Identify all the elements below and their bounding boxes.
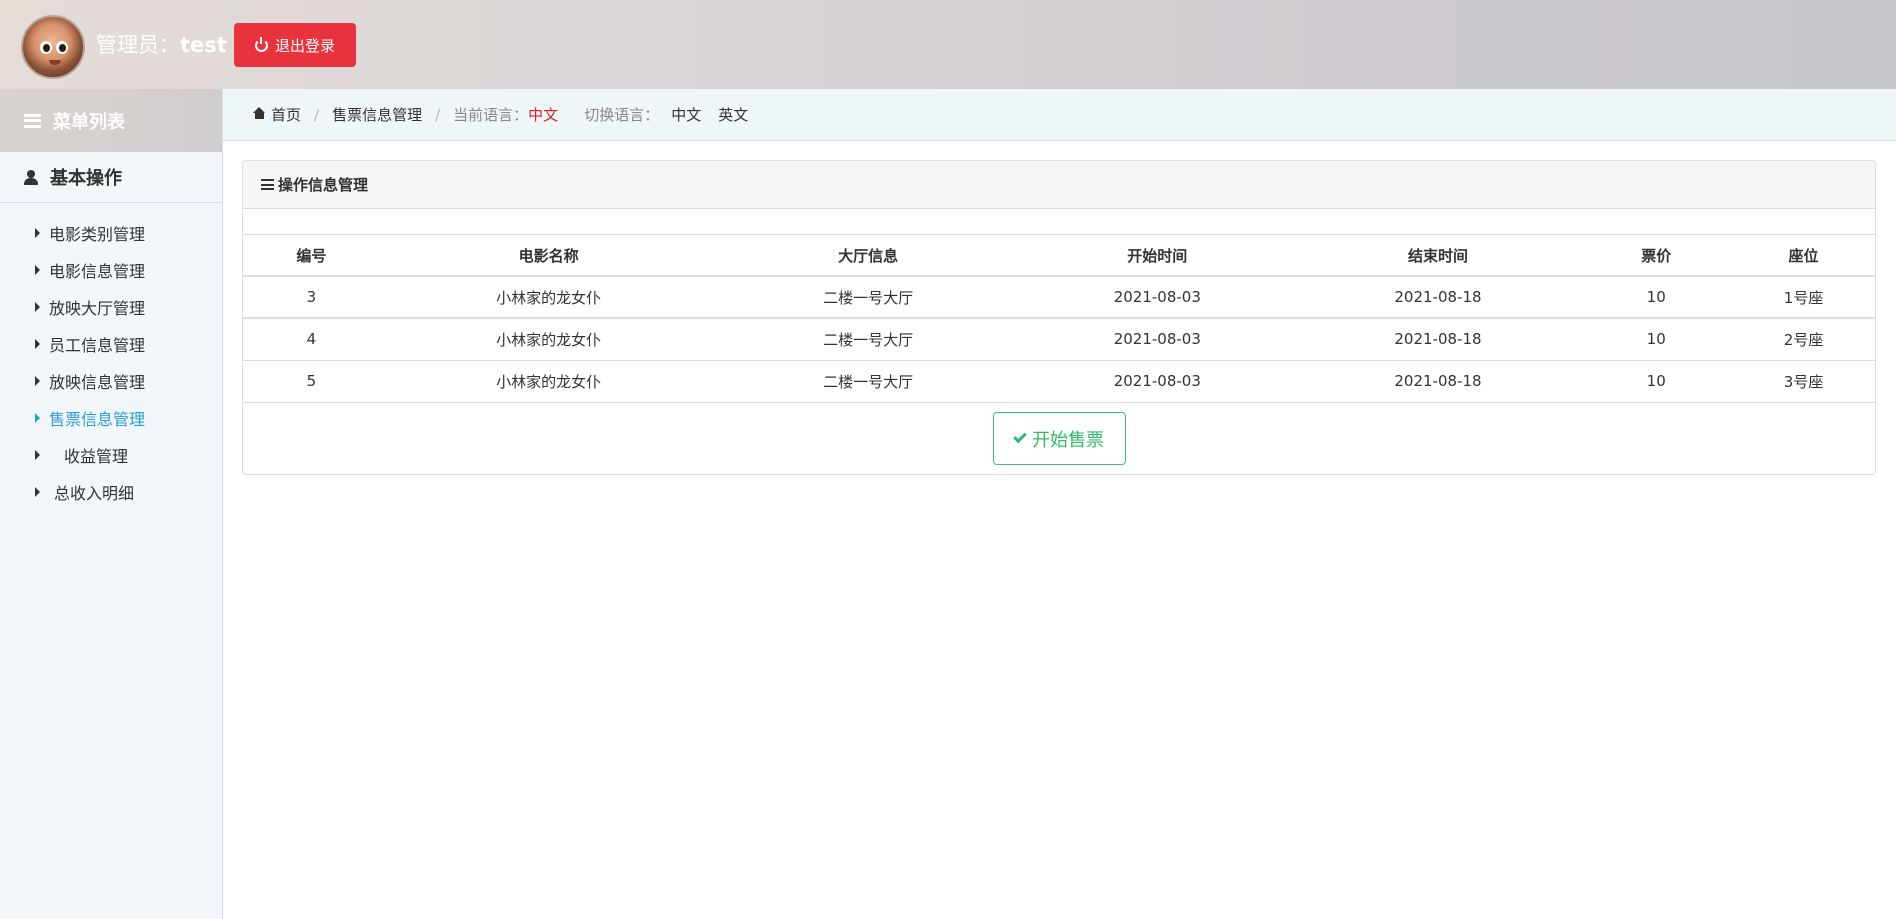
sidebar-item-label: 员工信息管理 <box>49 335 146 355</box>
sidebar-item-revenue[interactable]: 收益管理 <box>0 436 222 473</box>
table-row: 4 小林家的龙女仆 二楼一号大厅 2021-08-03 2021-08-18 1… <box>243 318 1875 361</box>
table-cell: 10 <box>1580 360 1733 403</box>
user-icon <box>24 169 38 185</box>
table-cell: 小林家的龙女仆 <box>379 276 718 319</box>
column-header: 开始时间 <box>1018 235 1296 277</box>
caret-right-icon <box>35 264 40 275</box>
table-cell: 小林家的龙女仆 <box>379 318 718 361</box>
table-cell: 10 <box>1580 318 1733 361</box>
avatar <box>21 15 85 79</box>
table-header-row: 编号 电影名称 大厅信息 开始时间 结束时间 票价 座位 <box>243 235 1875 277</box>
column-header: 座位 <box>1732 235 1875 277</box>
ticket-table: 编号 电影名称 大厅信息 开始时间 结束时间 票价 座位 3 小林家的龙女仆 二… <box>243 235 1875 403</box>
menu-title-label: 菜单列表 <box>53 111 125 133</box>
table-cell: 4 <box>243 318 380 361</box>
section-title: 基本操作 <box>50 168 122 189</box>
table-cell: 5 <box>243 360 380 403</box>
table-row: 3 小林家的龙女仆 二楼一号大厅 2021-08-03 2021-08-18 1… <box>243 276 1875 319</box>
table-cell: 2021-08-18 <box>1295 276 1581 319</box>
breadcrumb-separator: / <box>435 105 441 124</box>
caret-right-icon <box>35 301 40 312</box>
avatar-eye-right <box>56 41 68 54</box>
sidebar-item-label: 总收入明细 <box>54 483 135 503</box>
sidebar-item-screening[interactable]: 放映信息管理 <box>0 362 222 399</box>
top-header: 管理员：test 退出登录 <box>0 0 1896 89</box>
sidebar: 菜单列表 基本操作 电影类别管理 电影信息管理 放映大厅管理 员工信息管理 放映… <box>0 89 223 919</box>
language-chinese-link[interactable]: 中文 <box>671 104 701 125</box>
avatar-eye-left <box>40 41 52 54</box>
caret-right-icon <box>35 486 40 497</box>
start-selling-label: 开始售票 <box>1032 429 1104 451</box>
table-cell: 2021-08-18 <box>1295 360 1581 403</box>
logout-label: 退出登录 <box>274 36 335 55</box>
table-cell: 1号座 <box>1732 276 1875 319</box>
menu-items: 电影类别管理 电影信息管理 放映大厅管理 员工信息管理 放映信息管理 售票信息管… <box>0 203 222 510</box>
table-cell: 10 <box>1580 276 1733 319</box>
logout-button[interactable]: 退出登录 <box>234 23 356 67</box>
table-cell: 2021-08-18 <box>1295 318 1581 361</box>
sidebar-item-staff[interactable]: 员工信息管理 <box>0 325 222 362</box>
language-english-link[interactable]: 英文 <box>718 104 748 125</box>
sidebar-item-movie-info[interactable]: 电影信息管理 <box>0 251 222 288</box>
table-cell: 二楼一号大厅 <box>717 276 1019 319</box>
table-cell: 二楼一号大厅 <box>717 318 1019 361</box>
sidebar-item-label: 放映信息管理 <box>49 372 146 392</box>
panel-title: 操作信息管理 <box>278 176 369 194</box>
action-row: 开始售票 <box>243 403 1875 475</box>
menu-title: 菜单列表 <box>0 89 222 152</box>
sidebar-item-label: 售票信息管理 <box>49 409 146 429</box>
ticket-panel: 操作信息管理 编号 电影名称 大厅信息 开始时间 结束时间 票价 座位 3 小林… <box>242 160 1876 475</box>
list-icon <box>24 113 41 128</box>
current-language-value: 中文 <box>528 106 559 124</box>
sidebar-item-label: 电影信息管理 <box>49 261 146 281</box>
column-header: 编号 <box>243 235 380 277</box>
panel-header: 操作信息管理 <box>243 161 1875 209</box>
table-cell: 2021-08-03 <box>1018 276 1296 319</box>
section-basic-operations[interactable]: 基本操作 <box>0 152 222 203</box>
sidebar-item-ticket-sales[interactable]: 售票信息管理 <box>0 399 222 436</box>
admin-prefix: 管理员： <box>96 33 180 57</box>
bars-icon <box>261 179 274 190</box>
sidebar-item-income-detail[interactable]: 总收入明细 <box>0 473 222 510</box>
table-cell: 2021-08-03 <box>1018 360 1296 403</box>
breadcrumb-separator: / <box>314 105 320 124</box>
column-header: 大厅信息 <box>717 235 1019 277</box>
start-selling-button[interactable]: 开始售票 <box>992 412 1126 465</box>
table-cell: 2021-08-03 <box>1018 318 1296 361</box>
caret-right-icon <box>35 227 40 238</box>
current-language-label: 当前语言： <box>453 106 529 124</box>
avatar-mouth <box>49 60 61 65</box>
admin-name: test <box>180 33 227 57</box>
sidebar-item-hall[interactable]: 放映大厅管理 <box>0 288 222 325</box>
table-row: 5 小林家的龙女仆 二楼一号大厅 2021-08-03 2021-08-18 1… <box>243 360 1875 403</box>
sidebar-item-label: 电影类别管理 <box>49 224 146 244</box>
table-cell: 2号座 <box>1732 318 1875 361</box>
breadcrumb-current[interactable]: 售票信息管理 <box>332 104 422 125</box>
sidebar-item-label: 收益管理 <box>64 446 129 466</box>
sidebar-item-label: 放映大厅管理 <box>49 298 146 318</box>
caret-right-icon <box>35 338 40 349</box>
table-cell: 小林家的龙女仆 <box>379 360 718 403</box>
home-icon <box>253 107 266 120</box>
power-icon <box>254 36 268 52</box>
table-cell: 3 <box>243 276 380 319</box>
column-header: 结束时间 <box>1295 235 1581 277</box>
caret-right-icon <box>35 412 40 423</box>
column-header: 电影名称 <box>379 235 718 277</box>
table-cell: 3号座 <box>1732 360 1875 403</box>
caret-right-icon <box>35 375 40 386</box>
check-icon <box>1013 429 1027 444</box>
column-header: 票价 <box>1580 235 1733 277</box>
sidebar-item-movie-category[interactable]: 电影类别管理 <box>0 214 222 251</box>
switch-language-label: 切换语言： <box>584 106 660 124</box>
caret-right-icon <box>35 449 40 460</box>
breadcrumb-home[interactable]: 首页 <box>271 104 301 125</box>
panel-spacer <box>243 209 1875 235</box>
admin-label: 管理员：test <box>96 29 227 59</box>
breadcrumb: 首页 / 售票信息管理 / 当前语言： 中文 切换语言： 中文 英文 <box>223 89 1896 141</box>
table-cell: 二楼一号大厅 <box>717 360 1019 403</box>
